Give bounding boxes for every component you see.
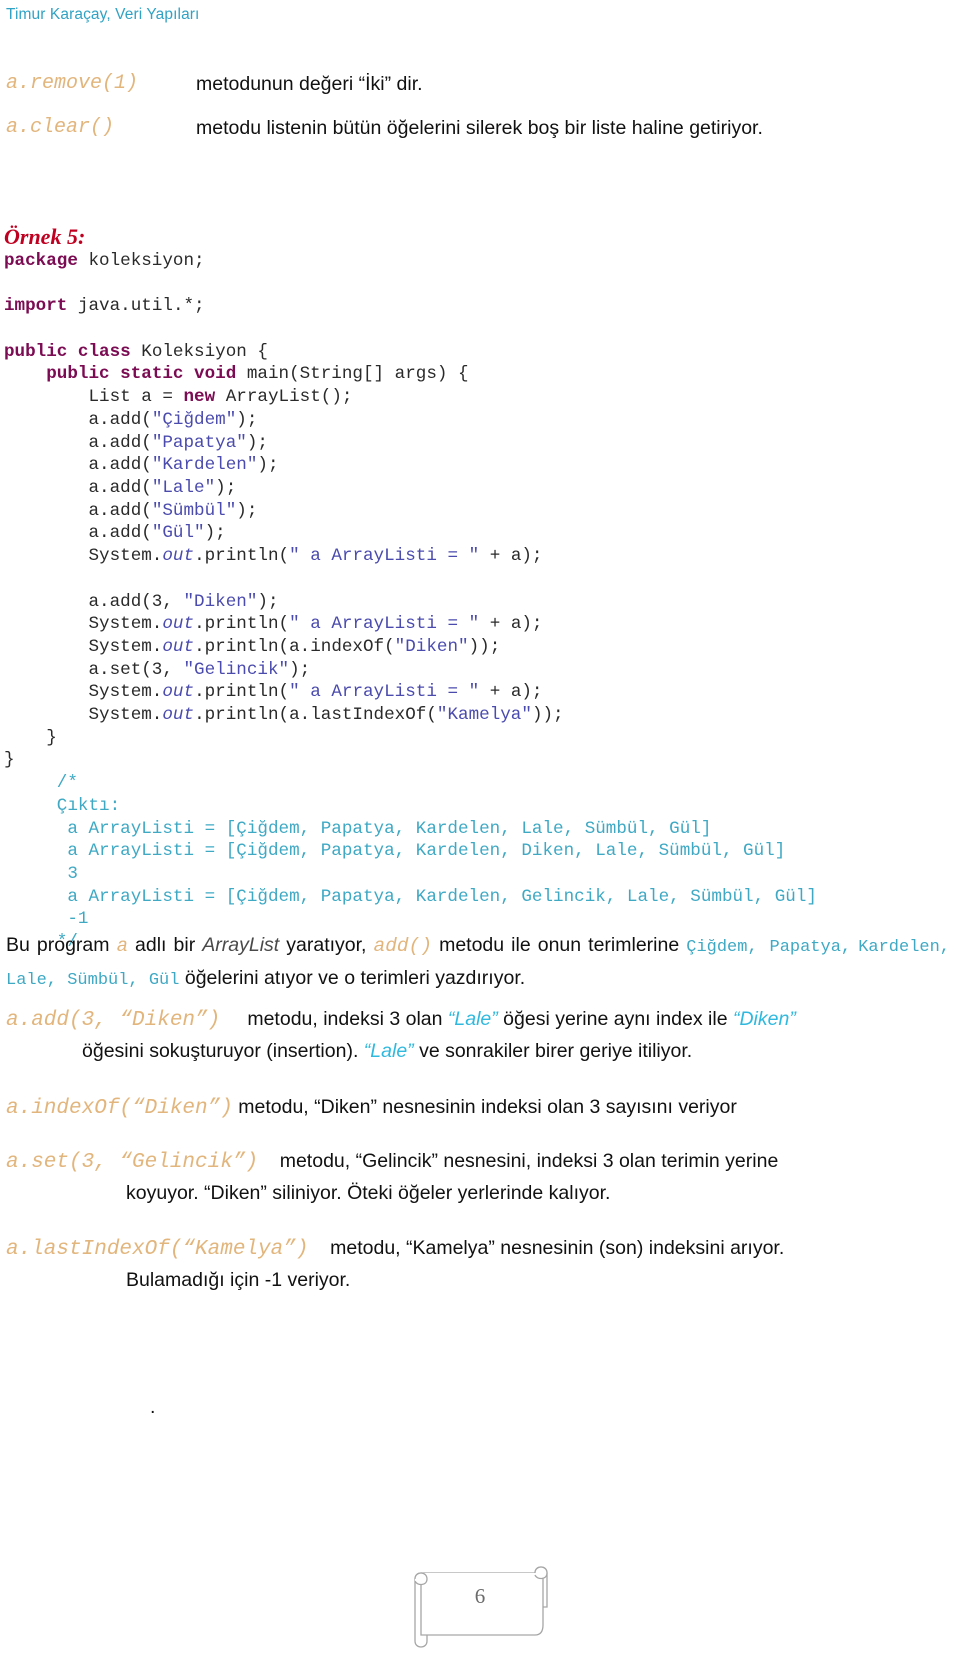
method-signature-remove: a.remove(1) — [6, 72, 139, 95]
p4-line-2: koyuyor. “Diken” siliniyor. Öteki öğeler… — [126, 1182, 611, 1204]
p3-signature: a.indexOf(“Diken”) — [6, 1097, 233, 1120]
method-description-remove: metodunun değeri “İki” dir. — [196, 73, 423, 95]
code-field-out-4: out — [162, 682, 195, 703]
code-field-out-3: out — [162, 636, 195, 657]
p1-text-1: Bu program — [6, 934, 117, 956]
method-signature-clear: a.clear() — [6, 116, 115, 140]
code-string-lale: "Lale" — [151, 478, 216, 498]
p5-text-1: metodu, “Kamelya” nesnesinin (son) indek… — [330, 1237, 785, 1259]
p5-line-2: Bulamadığı için -1 veriyor. — [126, 1269, 351, 1291]
code-string-gelincik: "Gelincik" — [183, 659, 290, 680]
code-comment-output-4: a ArrayListi = [Çiğdem, Papatya, Kardele… — [4, 886, 817, 907]
page-number: 6 — [474, 1584, 486, 1608]
p1-text-2: adlı bir — [127, 934, 203, 956]
p2-text-4: ve sonrakiler birer geriye itiliyor. — [413, 1040, 693, 1062]
p2-text-2: öğesi yerine aynı index ile — [497, 1008, 733, 1030]
p2-signature: a.add(3, “Diken”) — [6, 1009, 221, 1032]
p1-text-5: öğelerini atıyor ve o terimleri yazdırıy… — [179, 967, 526, 989]
method-definition-block: a.remove(1) metodunun değeri “İki” dir. … — [6, 72, 950, 161]
code-comment-open: /* — [4, 773, 78, 794]
code-keyword-package: package — [4, 251, 78, 271]
paragraph-add-index: a.add(3, “Diken”) metodu, indeksi 3 olan… — [6, 1004, 950, 1067]
p1-method-add: add() — [373, 935, 433, 957]
p2-quote-lale-2: “Lale” — [363, 1040, 414, 1062]
code-comment-output-2: a ArrayListi = [Çiğdem, Papatya, Kardele… — [4, 841, 786, 862]
p2-quote-diken: “Diken” — [732, 1008, 796, 1030]
p2-line-2: öğesini sokuşturuyor (insertion). “Lale”… — [6, 1036, 950, 1067]
code-comment-output-1: a ArrayListi = [Çiğdem, Papatya, Kardele… — [4, 818, 712, 839]
code-keyword-new: new — [183, 387, 216, 408]
code-keyword-public-class: public class — [4, 341, 131, 362]
paragraph-indexof: a.indexOf(“Diken”) metodu, “Diken” nesne… — [6, 1092, 950, 1124]
code-string-cigdem: "Çiğdem" — [151, 409, 237, 430]
p2-text-1: metodu, indeksi 3 olan — [247, 1008, 448, 1030]
p1-type-arraylist: ArrayList — [202, 934, 280, 956]
paragraph-program-description: Bu program a adlı bir ArrayList yaratıyo… — [6, 930, 950, 996]
code-string-diken-1: "Diken" — [183, 591, 258, 612]
p1-text-3: yaratıyor, — [279, 934, 374, 956]
code-field-out-2: out — [162, 614, 195, 635]
p2-quote-lale: “Lale” — [447, 1008, 498, 1030]
p5-signature: a.lastIndexOf(“Kamelya”) — [6, 1238, 309, 1261]
p1-var-a: a — [116, 935, 128, 957]
code-comment-output-5: -1 — [4, 909, 89, 930]
p4-text-1: metodu, “Gelincik” nesnesini, indeksi 3 … — [279, 1150, 779, 1172]
method-description-clear: metodu listenin bütün öğelerini silerek … — [196, 117, 763, 140]
code-comment-output-3: 3 — [4, 863, 78, 884]
code-string-arraylisti-2: " a ArrayListi = " — [289, 614, 480, 635]
definition-row-remove: a.remove(1) metodunun değeri “İki” dir. — [6, 72, 950, 96]
paragraph-set: a.set(3, “Gelincik”) metodu, “Gelincik” … — [6, 1146, 950, 1209]
paragraph-lastindexof: a.lastIndexOf(“Kamelya”) metodu, “Kamely… — [6, 1233, 950, 1296]
code-string-papatya: "Papatya" — [151, 432, 247, 453]
code-string-gul: "Gül" — [151, 523, 205, 544]
code-string-kamelya: "Kamelya" — [436, 705, 532, 726]
code-keyword-import: import — [4, 296, 68, 317]
p3-text: metodu, “Diken” nesnesinin indeksi olan … — [238, 1096, 737, 1118]
p1-text-4: metodu ile onun terimlerine — [432, 934, 687, 956]
example-heading: Örnek 5: — [4, 224, 86, 249]
code-string-sumbul: "Sümbül" — [151, 500, 237, 521]
code-string-arraylisti-1: " a ArrayListi = " — [289, 546, 480, 567]
code-string-arraylisti-3: " a ArrayListi = " — [289, 682, 480, 703]
code-comment-ciktihdr: Çıktı: — [4, 795, 121, 816]
p1-items-1: Çiğdem, Papatya, — [686, 938, 852, 957]
document-page: Timur Karaçay, Veri Yapıları a.remove(1)… — [0, 0, 960, 1665]
p4-signature: a.set(3, “Gelincik”) — [6, 1151, 259, 1174]
definition-row-clear: a.clear() metodu listenin bütün öğelerin… — [6, 116, 950, 140]
code-listing: package koleksiyon; import java.util.*; … — [4, 251, 817, 953]
code-string-kardelen: "Kardelen" — [151, 455, 258, 476]
code-field-out-1: out — [162, 546, 195, 567]
code-string-diken-2: "Diken" — [394, 636, 469, 657]
code-field-out-5: out — [162, 705, 195, 726]
trailing-period: . — [150, 1396, 156, 1418]
code-keyword-public-static-void: public static void — [46, 364, 237, 385]
p2-text-3: öğesini sokuşturuyor (insertion). — [82, 1040, 364, 1062]
running-header: Timur Karaçay, Veri Yapıları — [6, 6, 200, 23]
